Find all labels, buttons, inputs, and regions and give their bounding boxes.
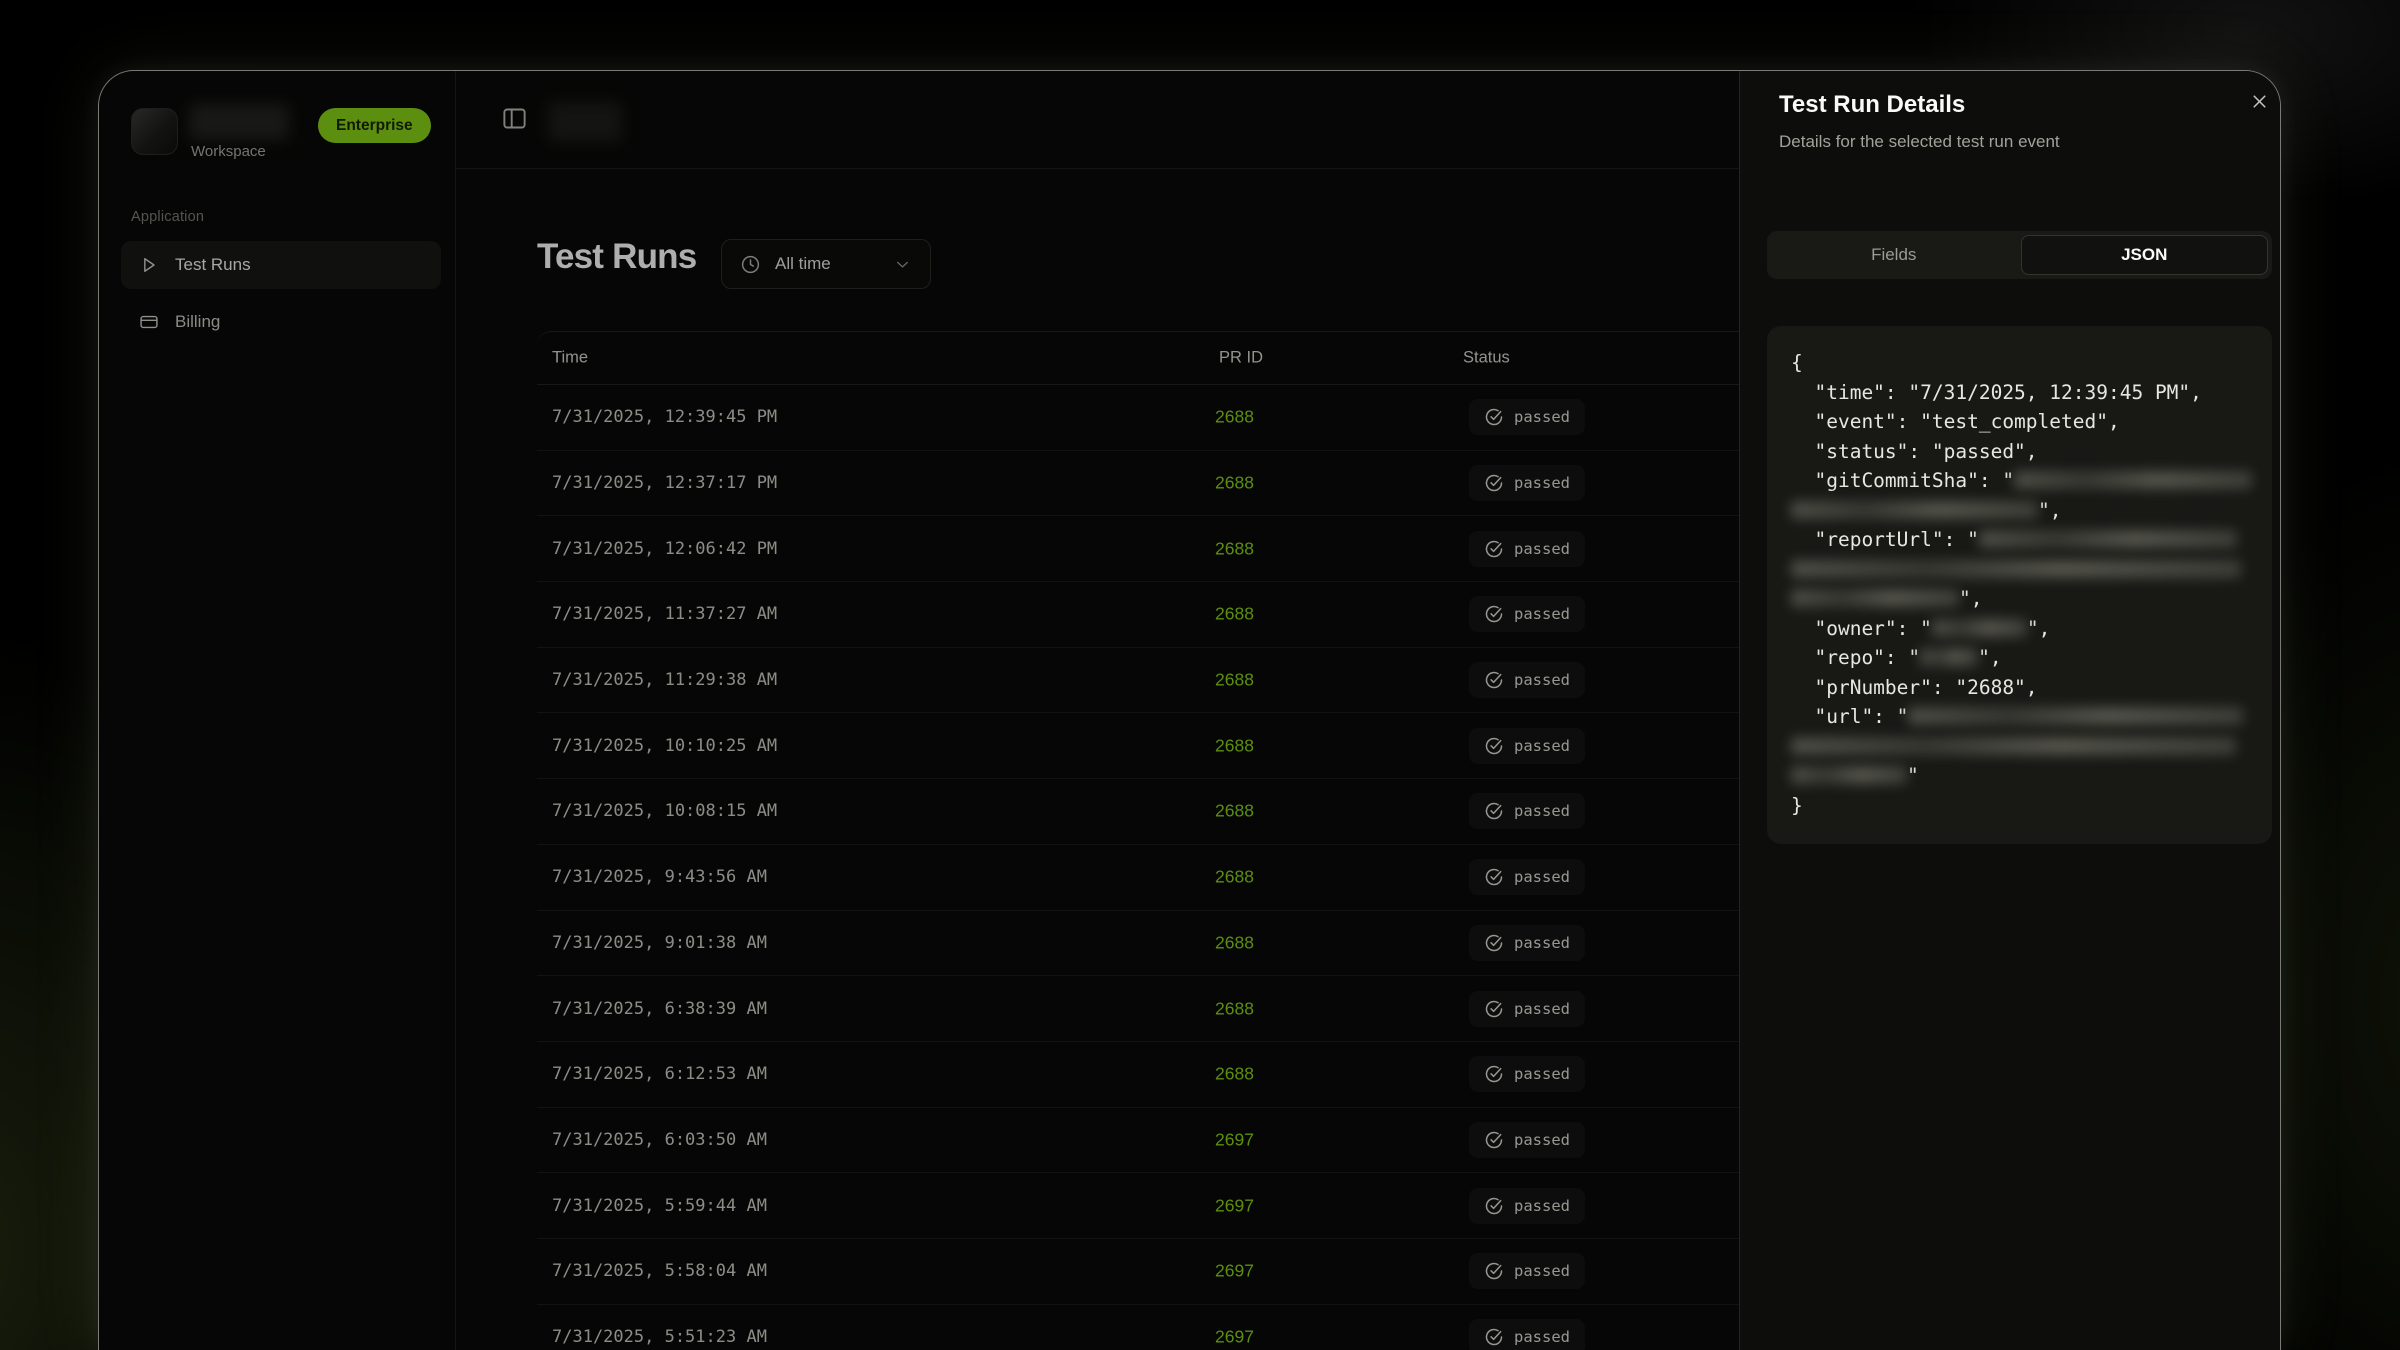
tab-json[interactable]: JSON [2021,235,2269,275]
app-window: Workspace Enterprise Application Test Ru… [98,70,2281,1350]
code-line: ", [1791,496,2248,526]
code-text: " [1907,764,1919,787]
code-line: "event": "test_completed", [1791,407,2248,437]
redacted-value [1979,530,2237,548]
code-text: "prNumber": "2688", [1791,676,2038,699]
redacted-value [1791,737,2236,755]
code-line [1791,555,2248,585]
code-text: "owner": " [1791,617,1932,640]
redacted-value [1920,648,1978,666]
tab-fields[interactable]: Fields [1771,235,2017,275]
code-text: ", [1959,587,1982,610]
code-text: "url": " [1791,705,1908,728]
code-text: "gitCommitSha": " [1791,469,2014,492]
code-line: " [1791,761,2248,791]
redacted-value [1908,707,2243,725]
redacted-value [1791,589,1959,607]
drawer-subtitle: Details for the selected test run event [1779,132,2060,152]
json-code-block[interactable]: { "time": "7/31/2025, 12:39:45 PM", "eve… [1767,326,2272,844]
code-text: "time": "7/31/2025, 12:39:45 PM", [1791,381,2202,404]
code-line: } [1791,791,2248,821]
drawer-title: Test Run Details [1779,91,1965,119]
code-line: "url": " [1791,702,2248,732]
code-line: "status": "passed", [1791,437,2248,467]
json-code-lines: { "time": "7/31/2025, 12:39:45 PM", "eve… [1791,348,2248,820]
drawer-dim-overlay[interactable] [99,71,1739,1350]
redacted-value [1791,501,2038,519]
redacted-value [1791,766,1907,784]
code-line: "repo": " ", [1791,643,2248,673]
code-text: ", [1978,646,2001,669]
close-button[interactable] [2245,89,2273,117]
code-line: "prNumber": "2688", [1791,673,2248,703]
code-text: { [1791,351,1803,374]
redacted-value [2014,471,2252,489]
code-line: "reportUrl": " [1791,525,2248,555]
code-text: "repo": " [1791,646,1920,669]
redacted-value [1932,619,2027,637]
code-text: "status": "passed", [1791,440,2038,463]
code-text: ", [2038,499,2061,522]
drawer-tabs: FieldsJSON [1767,231,2272,279]
code-line: { [1791,348,2248,378]
close-icon [2249,100,2270,115]
code-text: ", [2027,617,2050,640]
test-run-details-drawer: Test Run Details Details for the selecte… [1739,71,2281,1350]
redacted-value [1791,560,2241,578]
code-line: "gitCommitSha": " [1791,466,2248,496]
code-line: ", [1791,584,2248,614]
code-text: "reportUrl": " [1791,528,1979,551]
code-line [1791,732,2248,762]
code-text: } [1791,794,1803,817]
code-line: "owner": " ", [1791,614,2248,644]
code-line: "time": "7/31/2025, 12:39:45 PM", [1791,378,2248,408]
code-text: "event": "test_completed", [1791,410,2120,433]
